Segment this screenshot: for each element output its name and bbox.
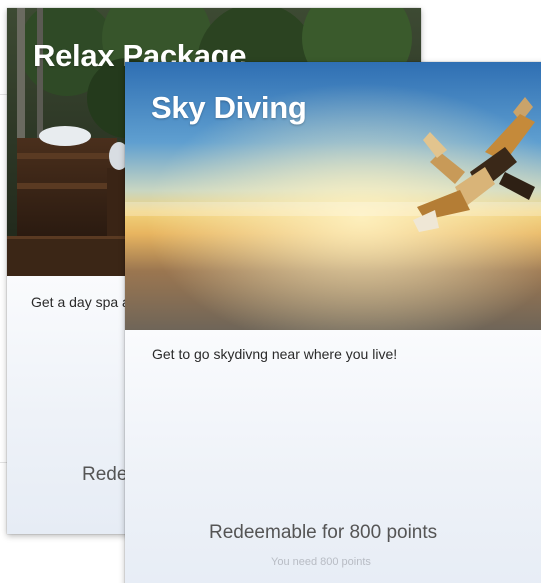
- sky-diving-body: Get to go skydivng near where you live! …: [125, 330, 541, 583]
- reward-card-sky-diving[interactable]: Sky Diving Get to go skydivng near where…: [125, 62, 541, 583]
- sky-diving-redeem-label: Redeemable for 800 points: [209, 522, 438, 543]
- sky-diving-points-needed: You need 800 points: [271, 556, 371, 568]
- sky-diving-title: Sky Diving: [151, 90, 307, 125]
- sky-diving-description: Get to go skydivng near where you live!: [152, 346, 398, 362]
- reward-cards-stage: Relax Package Get a day spa at a spa. Re…: [0, 0, 541, 583]
